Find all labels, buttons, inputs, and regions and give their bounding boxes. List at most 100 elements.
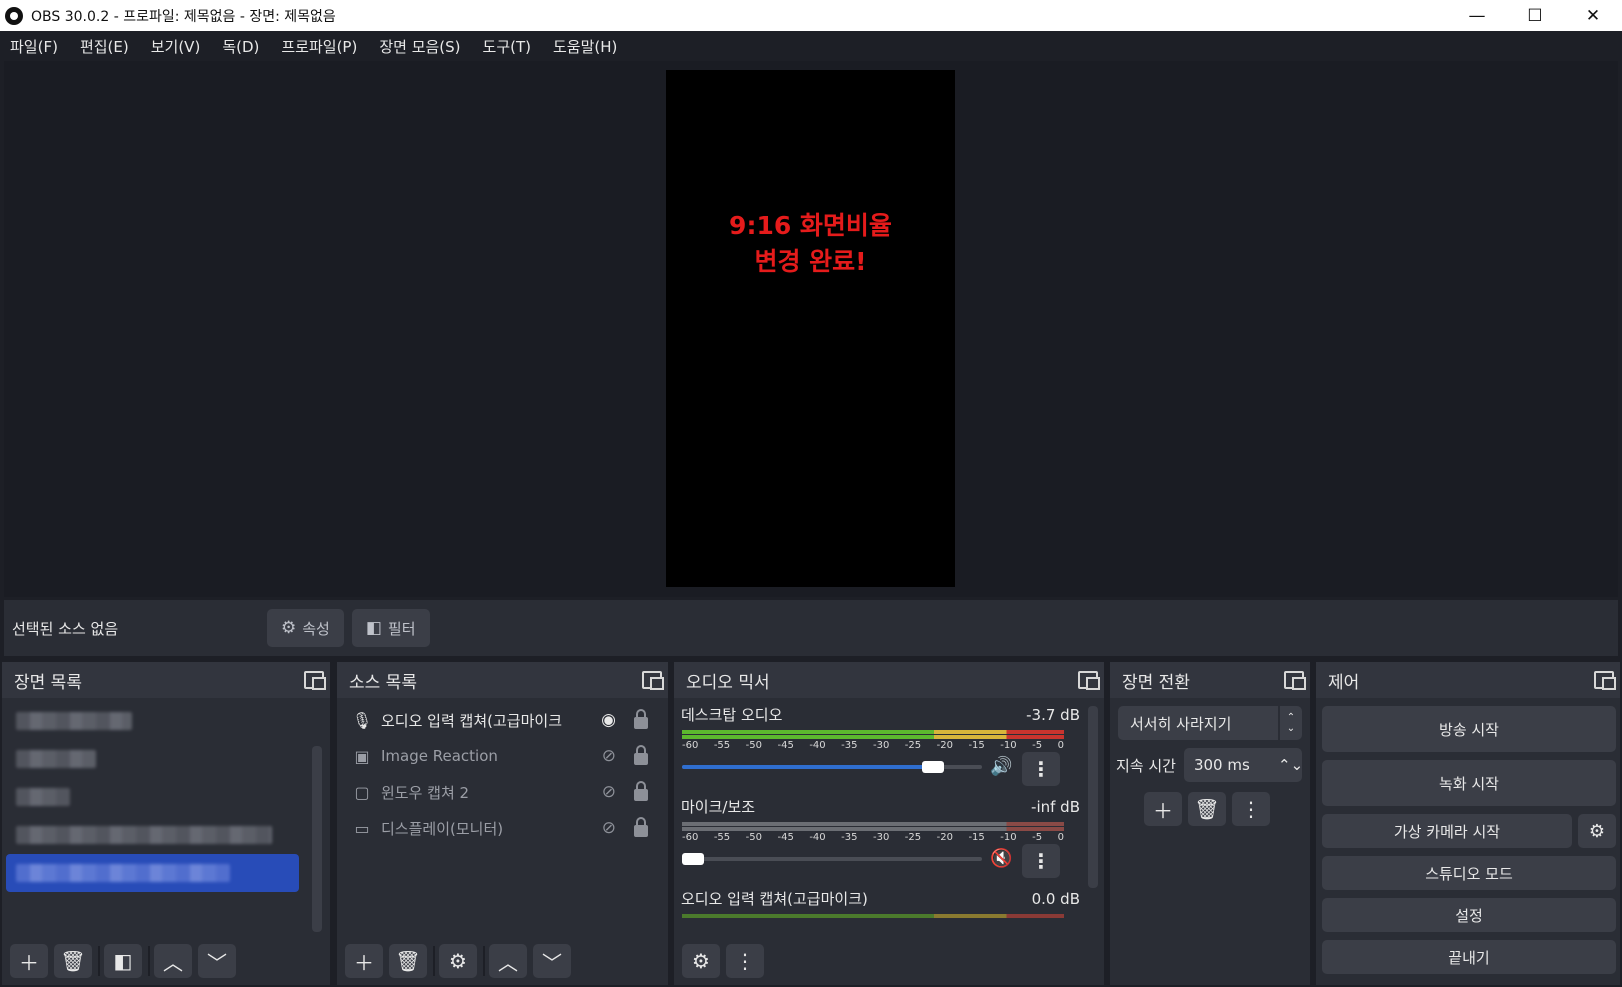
undock-icon[interactable] [642,671,664,690]
remove-scene-button[interactable]: 🗑 [54,944,92,978]
undock-icon[interactable] [304,671,326,690]
menu-profile[interactable]: 프로파일(P) [281,36,357,57]
close-button[interactable]: ✕ [1564,0,1622,31]
scene-item[interactable] [6,816,326,854]
lock-icon[interactable] [634,745,648,765]
scene-list [2,698,330,892]
duration-row: 지속 시간 300 ms ⌃ ⌄ [1116,748,1303,782]
volume-slider[interactable] [682,761,982,773]
exit-button[interactable]: 끝내기 [1322,940,1616,974]
transition-select[interactable]: 서서히 사라지기 ⌃ ⌄ [1118,706,1302,740]
start-streaming-button[interactable]: 방송 시작 [1322,706,1616,752]
menu-edit[interactable]: 편집(E) [80,36,129,57]
mixer-scrollbar[interactable] [1088,706,1098,888]
volume-knob[interactable] [922,761,944,773]
properties-button[interactable]: ⚙ 속성 [267,609,344,647]
meter-bar-left [682,730,1064,734]
channel-menu-button[interactable]: ⋮ [1022,752,1060,786]
maximize-button[interactable]: ☐ [1506,0,1564,31]
menu-view[interactable]: 보기(V) [151,36,201,57]
filters-button[interactable]: ◧ 필터 [351,609,430,647]
minimize-button[interactable]: — [1448,0,1506,31]
move-source-down-button[interactable]: ﹀ [533,944,571,978]
tick-label: -50 [745,832,762,843]
duration-spinbox[interactable]: 300 ms ⌃ ⌄ [1183,748,1303,782]
scenes-scrollbar[interactable] [312,746,322,932]
no-source-selected-label: 선택된 소스 없음 [12,619,119,638]
studio-mode-button[interactable]: 스튜디오 모드 [1322,856,1616,890]
scene-item[interactable] [6,778,326,816]
menu-help[interactable]: 도움말(H) [553,36,617,57]
remove-source-button[interactable]: 🗑 [389,944,427,978]
transition-menu-button[interactable]: ⋮ [1232,792,1270,826]
menu-scene-collection[interactable]: 장면 모음(S) [379,36,460,57]
tick-label: -15 [968,740,985,751]
undock-icon[interactable] [1284,671,1306,690]
scene-item-selected[interactable] [6,854,299,892]
source-item-window-capture[interactable]: ▢ 윈도우 캡쳐 2 ⊘ [337,774,668,810]
source-properties-button[interactable]: ⚙ [439,944,477,978]
eye-hidden-icon[interactable]: ⊘ [602,782,616,802]
undock-icon[interactable] [1078,671,1100,690]
spin-arrows-icon[interactable]: ⌃ ⌄ [1278,748,1303,782]
mixer-menu-button[interactable]: ⋮ [726,944,764,978]
scene-item[interactable] [6,702,326,740]
speaker-muted-icon[interactable]: 🔇 [990,848,1012,869]
filter-icon: ◧ [365,618,382,638]
lock-icon[interactable] [634,709,648,729]
sources-toolbar: ＋ 🗑 ⚙ ︿ ﹀ [337,937,668,985]
add-transition-button[interactable]: ＋ [1144,792,1182,826]
eye-icon[interactable]: ◉ [601,710,616,730]
advanced-audio-properties-button[interactable]: ⚙ [682,944,720,978]
eye-hidden-icon[interactable]: ⊘ [602,818,616,838]
start-recording-button[interactable]: 녹화 시작 [1322,760,1616,806]
undock-icon[interactable] [1594,671,1616,690]
meter-bar-right [682,827,1064,831]
source-item-display[interactable]: ▭ 디스플레이(모니터) ⊘ [337,810,668,846]
add-source-button[interactable]: ＋ [345,944,383,978]
controls-dock-header: 제어 [1316,662,1620,698]
scenes-dock-title: 장면 목록 [14,672,82,693]
eye-hidden-icon[interactable]: ⊘ [602,746,616,766]
volume-slider[interactable] [682,853,982,865]
tick-label: -35 [841,740,858,751]
channel-db: -3.7 dB [1026,706,1080,724]
lock-icon[interactable] [634,817,648,837]
tick-label: -20 [936,740,953,751]
virtual-camera-settings-button[interactable]: ⚙ [1578,814,1616,848]
menu-file[interactable]: 파일(F) [10,36,58,57]
source-item-image-reaction[interactable]: ▣ Image Reaction ⊘ [337,738,668,774]
audio-mixer-dock-header: 오디오 믹서 [674,662,1104,698]
speaker-icon[interactable]: 🔊 [990,756,1012,777]
settings-button[interactable]: 설정 [1322,898,1616,932]
scene-transitions-dock-header: 장면 전환 [1110,662,1310,698]
plus-icon: ＋ [19,950,39,975]
move-source-up-button[interactable]: ︿ [489,944,527,978]
lock-icon[interactable] [634,781,648,801]
add-scene-button[interactable]: ＋ [10,944,48,978]
move-scene-down-button[interactable]: ﹀ [198,944,236,978]
audio-mixer-dock: 오디오 믹서 데스크탑 오디오 -3.7 dB -60 -55 -50 -45 -40 -… [674,662,1104,985]
menu-tools[interactable]: 도구(T) [483,36,531,57]
channel-menu-button[interactable]: ⋮ [1022,844,1060,878]
title-bar: OBS 30.0.2 - 프로파일: 제목없음 - 장면: 제목없음 — ☐ ✕ [0,0,1622,31]
filters-label: 필터 [387,619,416,638]
volume-knob[interactable] [682,853,704,865]
menu-docks[interactable]: 독(D) [222,36,259,57]
remove-transition-button[interactable]: 🗑 [1188,792,1226,826]
tick-label: -45 [777,740,794,751]
source-label: 오디오 입력 캡쳐(고급마이크 [381,711,562,730]
source-item-audio-input[interactable]: 🎙 오디오 입력 캡쳐(고급마이크 ◉ [337,702,668,738]
start-virtual-camera-button[interactable]: 가상 카메라 시작 [1322,814,1572,848]
scene-item[interactable] [6,740,326,778]
preview-canvas[interactable]: 9:16 화면비율 변경 완료! [666,70,955,587]
tick-label: -25 [904,832,922,843]
audio-mixer-dock-title: 오디오 믹서 [686,672,770,693]
scenes-dock-header: 장면 목록 [2,662,330,698]
move-scene-up-button[interactable]: ︿ [154,944,192,978]
duration-label: 지속 시간 [1116,756,1176,775]
blurred-scene-name [16,712,132,730]
blurred-scene-name [16,788,70,806]
toolbar-separator [148,946,150,976]
scene-filters-button[interactable]: ◧ [104,944,142,978]
